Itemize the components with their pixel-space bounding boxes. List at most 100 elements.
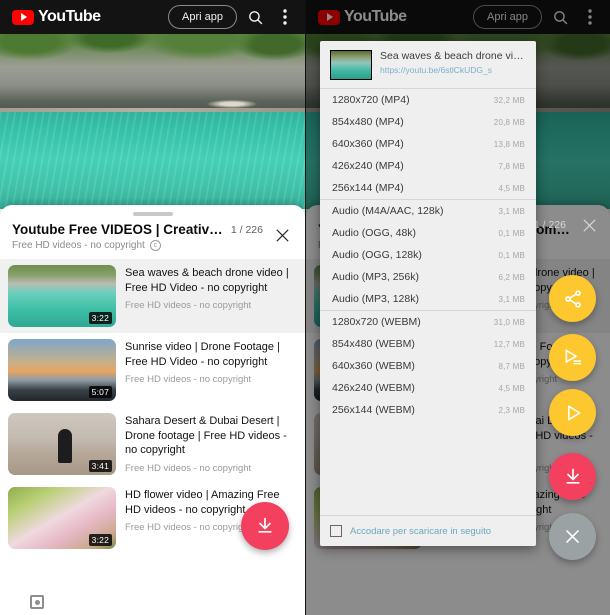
search-icon[interactable] (243, 5, 267, 29)
format-option[interactable]: 1280x720 (WEBM) 31,0 MB (320, 311, 536, 333)
video-duration: 3:41 (88, 460, 112, 472)
video-title: Sahara Desert & Dubai Desert | Drone foo… (125, 415, 287, 457)
list-item[interactable]: 5:07 Sunrise video | Drone Footage | Fre… (0, 333, 305, 407)
dialog-video-title: Sea waves & beach drone video.. (380, 50, 526, 62)
list-item[interactable]: 3:22 Sea waves & beach drone video | Fre… (0, 259, 305, 333)
format-size: 32,2 MB (493, 96, 525, 105)
video-title: Sunrise video | Drone Footage | Free HD … (125, 341, 280, 368)
format-group-webm: 1280x720 (WEBM) 31,0 MB 854x480 (WEBM) 1… (320, 310, 536, 421)
video-channel: Free HD videos - no copyright (125, 374, 252, 386)
format-label: 256x144 (WEBM) (332, 404, 415, 416)
list-item[interactable]: 3:41 Sahara Desert & Dubai Desert | Dron… (0, 407, 305, 481)
format-option[interactable]: 854x480 (WEBM) 12,7 MB (320, 333, 536, 355)
format-option[interactable]: Audio (MP3, 128k) 3,1 MB (320, 288, 536, 310)
playlist-subtitle-row: Free HD videos - no copyright c (12, 240, 223, 251)
download-fab[interactable] (549, 453, 596, 500)
format-size: 0,1 MB (498, 229, 525, 238)
more-vertical-icon[interactable] (273, 5, 297, 29)
close-fab[interactable] (549, 513, 596, 560)
video-channel: Free HD videos - no copyright (125, 300, 252, 312)
youtube-logo[interactable]: YouTube (12, 8, 101, 26)
play-fab[interactable] (549, 389, 596, 436)
youtube-logo-text: YouTube (38, 8, 101, 25)
format-option[interactable]: Audio (M4A/AAC, 128k) 3,1 MB (320, 200, 536, 222)
format-option[interactable]: 640x360 (WEBM) 8,7 MB (320, 355, 536, 377)
format-label: Audio (MP3, 256k) (332, 271, 419, 283)
format-option[interactable]: Audio (OGG, 48k) 0,1 MB (320, 222, 536, 244)
video-title: Sea waves & beach drone video | Free HD … (125, 267, 289, 294)
format-option[interactable]: 426x240 (WEBM) 4,5 MB (320, 377, 536, 399)
format-label: 256x144 (MP4) (332, 182, 404, 194)
format-label: 640x360 (MP4) (332, 138, 404, 150)
video-thumbnail[interactable]: 3:41 (8, 413, 116, 475)
video-list[interactable]: 3:22 Sea waves & beach drone video | Fre… (0, 259, 305, 615)
recents-square-icon[interactable] (30, 595, 44, 609)
download-format-dialog: Sea waves & beach drone video.. https://… (320, 41, 536, 546)
playlist-header: Youtube Free VIDEOS | Creative Com… Free… (0, 218, 305, 259)
video-thumbnail[interactable]: 5:07 (8, 339, 116, 401)
video-player[interactable] (0, 34, 305, 209)
video-meta: Sunrise video | Drone Footage | Free HD … (125, 339, 295, 385)
left-screen: YouTube Apri app Youtube Free VIDEOS | C… (0, 0, 305, 615)
format-label: 854x480 (MP4) (332, 116, 404, 128)
hero-ripples (0, 112, 305, 209)
video-meta: Sahara Desert & Dubai Desert | Drone foo… (125, 413, 295, 474)
format-label: 426x240 (MP4) (332, 160, 404, 172)
queue-checkbox[interactable] (330, 525, 342, 537)
format-option[interactable]: 1280x720 (MP4) 32,2 MB (320, 89, 536, 111)
format-options-list[interactable]: 1280x720 (MP4) 32,2 MB 854x480 (MP4) 20,… (320, 88, 536, 515)
page-title: Youtube Free VIDEOS | Creative Com… (12, 222, 223, 237)
format-size: 6,2 MB (498, 273, 525, 282)
format-option[interactable]: Audio (MP3, 256k) 6,2 MB (320, 266, 536, 288)
youtube-play-icon (12, 9, 34, 25)
video-meta: Sea waves & beach drone video | Free HD … (125, 265, 295, 311)
format-option[interactable]: 256x144 (WEBM) 2,3 MB (320, 399, 536, 421)
format-size: 4,5 MB (498, 184, 525, 193)
format-label: 426x240 (WEBM) (332, 382, 415, 394)
format-option[interactable]: 426x240 (MP4) 7,8 MB (320, 155, 536, 177)
video-duration: 3:22 (88, 534, 112, 546)
format-group-mp4: 1280x720 (MP4) 32,2 MB 854x480 (MP4) 20,… (320, 88, 536, 199)
playlist-counter: 1 / 226 (230, 224, 263, 236)
close-icon[interactable] (269, 222, 295, 248)
format-size: 31,0 MB (493, 318, 525, 327)
format-option[interactable]: 640x360 (MP4) 13,8 MB (320, 133, 536, 155)
playlist-counter: 1 / 226 (533, 219, 566, 231)
format-label: Audio (MP3, 128k) (332, 293, 419, 305)
format-option[interactable]: 256x144 (MP4) 4,5 MB (320, 177, 536, 199)
format-size: 0,1 MB (498, 251, 525, 260)
format-label: 854x480 (WEBM) (332, 338, 415, 350)
queue-checkbox-label[interactable]: Accodare per scaricare in seguito (350, 526, 491, 537)
format-label: 640x360 (WEBM) (332, 360, 415, 372)
download-fab[interactable] (241, 502, 289, 550)
video-channel: Free HD videos - no copyright (125, 462, 252, 474)
format-label: 1280x720 (MP4) (332, 94, 410, 106)
dialog-video-url[interactable]: https://youtu.be/6stlCkUDG_s (380, 65, 526, 75)
playlist-sheet: Youtube Free VIDEOS | Creative Com… Free… (0, 205, 305, 615)
sheet-drag-handle[interactable] (132, 212, 173, 216)
video-thumbnail[interactable]: 3:22 (8, 265, 116, 327)
format-size: 8,7 MB (498, 362, 525, 371)
format-size: 7,8 MB (498, 162, 525, 171)
hero-driftwood (196, 94, 268, 114)
dialog-footer: Accodare per scaricare in seguito (320, 515, 536, 546)
format-label: Audio (OGG, 128k) (332, 249, 422, 261)
dialog-header: Sea waves & beach drone video.. https://… (320, 41, 536, 88)
video-thumbnail[interactable]: 3:22 (8, 487, 116, 549)
open-app-button[interactable]: Apri app (168, 5, 237, 29)
video-duration: 3:22 (88, 312, 112, 324)
format-size: 3,1 MB (498, 207, 525, 216)
share-fab[interactable] (549, 275, 596, 322)
video-thumbnail (330, 50, 372, 80)
play-queue-fab[interactable] (549, 334, 596, 381)
format-option[interactable]: Audio (OGG, 128k) 0,1 MB (320, 244, 536, 266)
format-size: 20,8 MB (493, 118, 525, 127)
screenshot-root: YouTube Apri app Youtube Free VIDEOS | C… (0, 0, 610, 615)
format-group-audio: Audio (M4A/AAC, 128k) 3,1 MB Audio (OGG,… (320, 199, 536, 310)
close-icon[interactable] (576, 212, 602, 238)
format-option[interactable]: 854x480 (MP4) 20,8 MB (320, 111, 536, 133)
youtube-topbar: YouTube Apri app (0, 0, 305, 34)
format-size: 3,1 MB (498, 295, 525, 304)
format-size: 12,7 MB (493, 340, 525, 349)
format-size: 4,5 MB (498, 384, 525, 393)
